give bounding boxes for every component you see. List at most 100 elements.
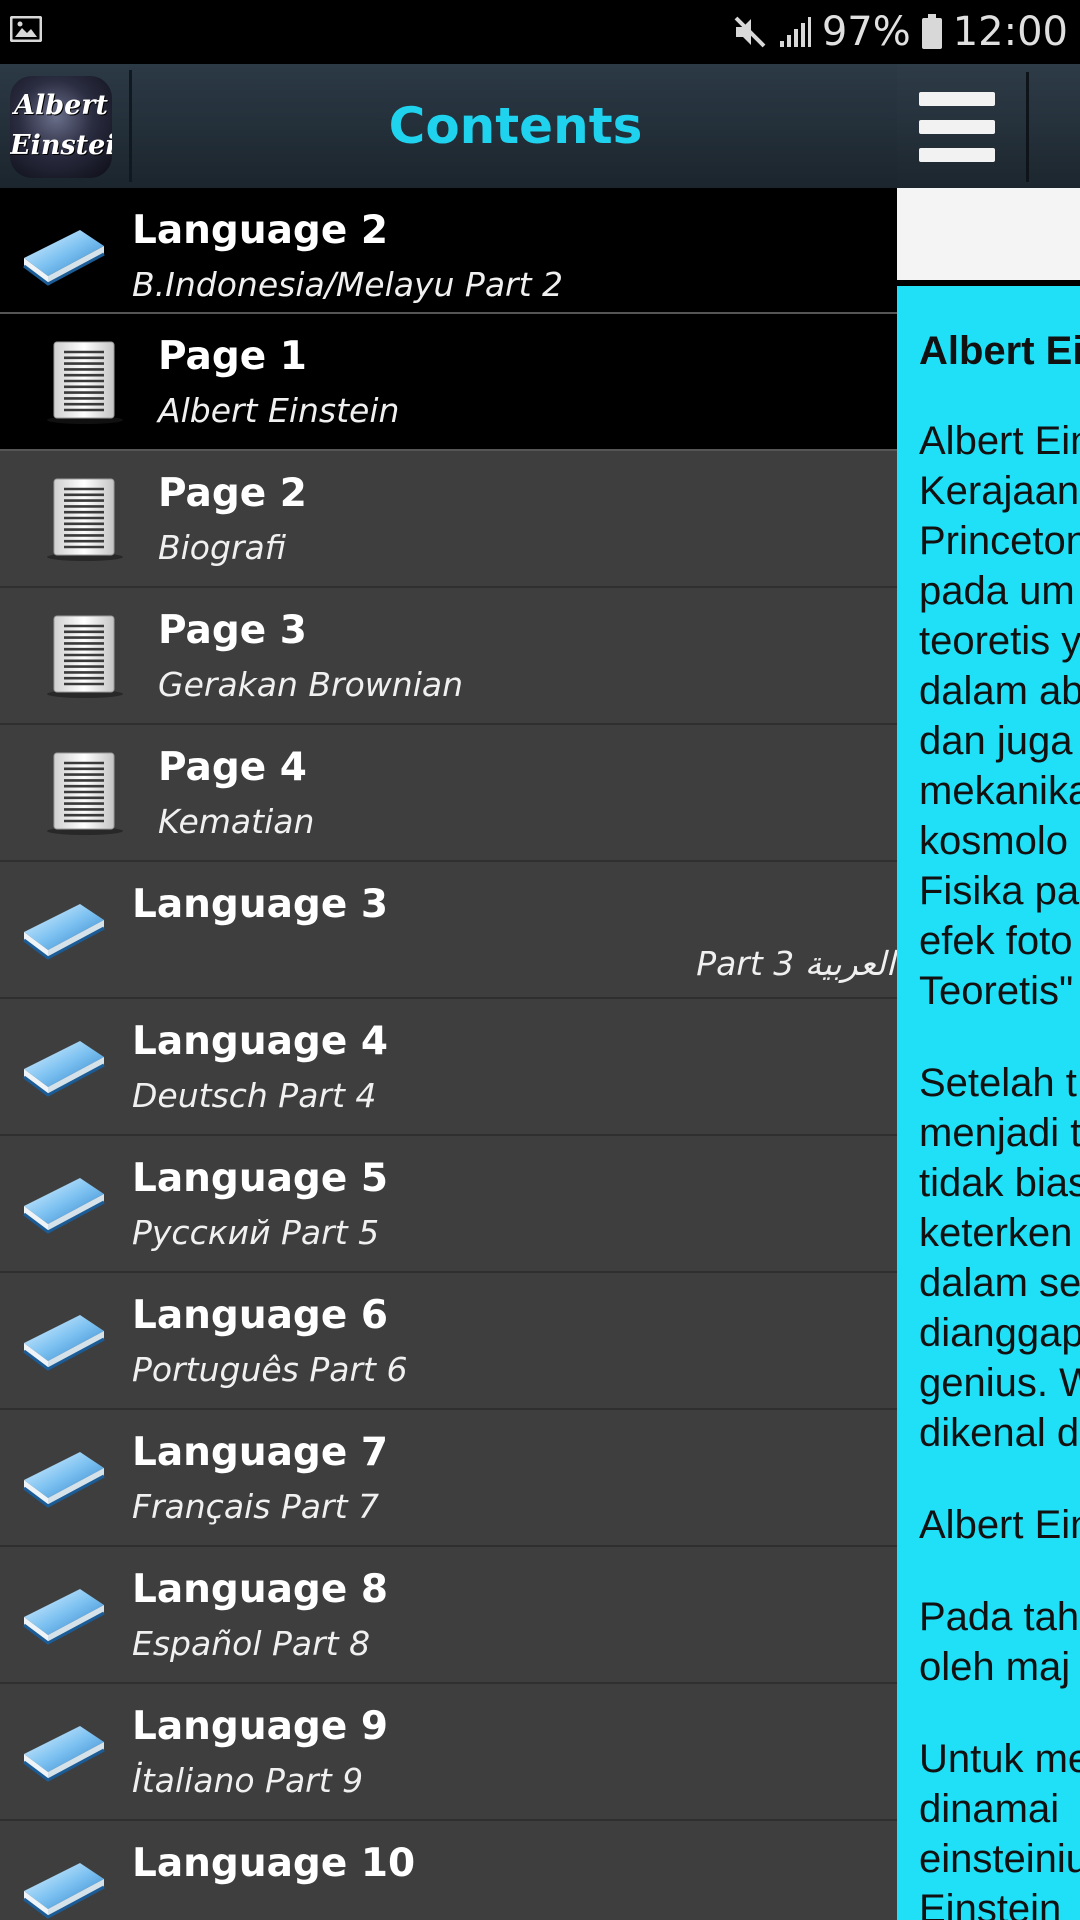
language-item[interactable]: Language 4 Deutsch Part 4 — [0, 999, 897, 1136]
article-line: menjadi t — [919, 1111, 1080, 1155]
item-title: Language 10 — [132, 1841, 416, 1886]
language-item[interactable]: Language 8 Español Part 8 — [0, 1547, 897, 1684]
book-icon — [20, 1851, 108, 1920]
content-app-bar — [897, 64, 1080, 188]
item-title: Page 4 — [158, 745, 307, 790]
page-icon — [44, 614, 126, 700]
article-line: keterken — [919, 1211, 1073, 1255]
item-subtitle: Albert Einstein — [158, 391, 400, 430]
article-line: efek foto — [919, 919, 1073, 963]
item-title: Language 8 — [132, 1567, 389, 1612]
article-line: teoretis y — [919, 619, 1080, 663]
language-item[interactable]: Language 2 B.Indonesia/Melayu Part 2 — [0, 188, 897, 314]
item-title: Language 5 — [132, 1156, 389, 1201]
article-paragraph: Pada tah oleh maj — [919, 1592, 1080, 1692]
article-line: genius. W — [919, 1361, 1080, 1405]
article-line: dinamai — [919, 1787, 1060, 1831]
item-subtitle: Español Part 8 — [132, 1624, 371, 1663]
book-icon — [20, 1029, 108, 1101]
item-title: Language 7 — [132, 1430, 389, 1475]
item-subtitle: Português Part 6 — [132, 1350, 408, 1389]
article-line: dalam ab — [919, 669, 1080, 713]
article-line: dalam se — [919, 1261, 1080, 1305]
article-line: Princeton — [919, 519, 1080, 563]
language-item[interactable]: Language 6 Português Part 6 — [0, 1273, 897, 1410]
article-line: dikenal d — [919, 1411, 1080, 1455]
article-line: Kerajaan — [919, 469, 1080, 513]
page-icon — [44, 340, 126, 426]
article-paragraph: Untuk me dinamai einsteiniu Einstein — [919, 1734, 1080, 1920]
page-icon — [44, 751, 126, 837]
item-subtitle: Kematian — [158, 802, 315, 841]
article-line: Pada tah — [919, 1595, 1080, 1639]
contents-list: Language 2 B.Indonesia/Melayu Part 2 Page … — [0, 188, 897, 1920]
item-subtitle: İtaliano Part 9 — [132, 1761, 364, 1800]
article-heading: Albert Ei — [919, 329, 1080, 373]
article-paragraph: Albert Ein — [919, 1500, 1080, 1550]
item-subtitle: Русский Part 5 — [132, 1213, 380, 1252]
page-icon — [44, 477, 126, 563]
screen: 97% 12:00 Albert Ei Albert Ein Kerajaan Pr… — [0, 0, 1080, 1920]
item-title: Page 3 — [158, 608, 307, 653]
drawer-title: Contents — [388, 97, 643, 155]
item-title: Language 3 — [132, 882, 389, 927]
language-item[interactable]: Language 5 Русский Part 5 — [0, 1136, 897, 1273]
article-line: Setelah t — [919, 1061, 1077, 1105]
book-icon — [20, 892, 108, 964]
item-title: Page 1 — [158, 334, 307, 379]
page-item[interactable]: Page 1 Albert Einstein — [0, 314, 897, 451]
article-line: mekanika — [919, 769, 1080, 813]
header-divider — [129, 70, 132, 182]
signal-icon — [779, 17, 811, 47]
book-icon — [20, 1714, 108, 1786]
article-line: dianggap — [919, 1311, 1080, 1355]
article-line: pada um — [919, 569, 1075, 613]
article-paragraph: Setelah t menjadi t tidak bias keterken dala… — [919, 1058, 1080, 1458]
app-logo: Albert Einstein — [10, 76, 112, 178]
content-pane: Albert Ei Albert Ein Kerajaan Princeton pad… — [897, 64, 1080, 1920]
page-item[interactable]: Page 2 Biografi — [0, 451, 897, 588]
hamburger-icon[interactable] — [919, 92, 995, 162]
article-line: Albert Ein — [919, 1503, 1080, 1547]
item-subtitle: العربية Part 3 — [696, 944, 895, 983]
language-item[interactable]: Language 10 — [0, 1821, 897, 1920]
item-title: Page 2 — [158, 471, 307, 516]
language-item[interactable]: Language 7 Français Part 7 — [0, 1410, 897, 1547]
content-toolbar-area — [897, 188, 1080, 280]
book-icon — [20, 218, 108, 290]
article-line: Untuk me — [919, 1737, 1080, 1781]
item-title: Language 4 — [132, 1019, 389, 1064]
book-icon — [20, 1577, 108, 1649]
page-item[interactable]: Page 4 Kematian — [0, 725, 897, 862]
item-subtitle: Français Part 7 — [132, 1487, 380, 1526]
article-line: Teoretis" — [919, 969, 1074, 1013]
article-line: tidak bias — [919, 1161, 1080, 1205]
language-item[interactable]: Language 3 العربية Part 3 — [0, 862, 897, 999]
app-bar-divider — [1026, 72, 1029, 182]
clock: 12:00 — [952, 9, 1068, 55]
battery-icon — [921, 14, 942, 49]
navigation-drawer[interactable]: Albert Einstein Contents Language 2 B.Ind… — [0, 64, 897, 1920]
article-line: dan juga — [919, 719, 1073, 763]
item-subtitle: B.Indonesia/Melayu Part 2 — [132, 265, 564, 304]
status-bar: 97% 12:00 — [0, 0, 1080, 64]
drawer-header: Albert Einstein Contents — [0, 64, 897, 188]
item-subtitle: Deutsch Part 4 — [132, 1076, 377, 1115]
article[interactable]: Albert Ei Albert Ein Kerajaan Princeton pad… — [897, 286, 1080, 1920]
item-subtitle: Biografi — [158, 528, 287, 567]
book-icon — [20, 1303, 108, 1375]
article-paragraph: Albert Ein Kerajaan Princeton pada um teoret… — [919, 416, 1080, 1016]
article-line: oleh maj — [919, 1645, 1071, 1689]
book-icon — [20, 1166, 108, 1238]
page-item[interactable]: Page 3 Gerakan Brownian — [0, 588, 897, 725]
article-line: einsteiniu — [919, 1837, 1080, 1881]
item-title: Language 2 — [132, 208, 389, 253]
item-title: Language 6 — [132, 1293, 389, 1338]
article-line: Einstein — [919, 1887, 1062, 1920]
article-line: kosmolo — [919, 819, 1068, 863]
battery-percent: 97% — [821, 9, 911, 55]
article-line: Albert Ein — [919, 419, 1080, 463]
language-item[interactable]: Language 9 İtaliano Part 9 — [0, 1684, 897, 1821]
article-line: Fisika pa — [919, 869, 1080, 913]
book-icon — [20, 1440, 108, 1512]
